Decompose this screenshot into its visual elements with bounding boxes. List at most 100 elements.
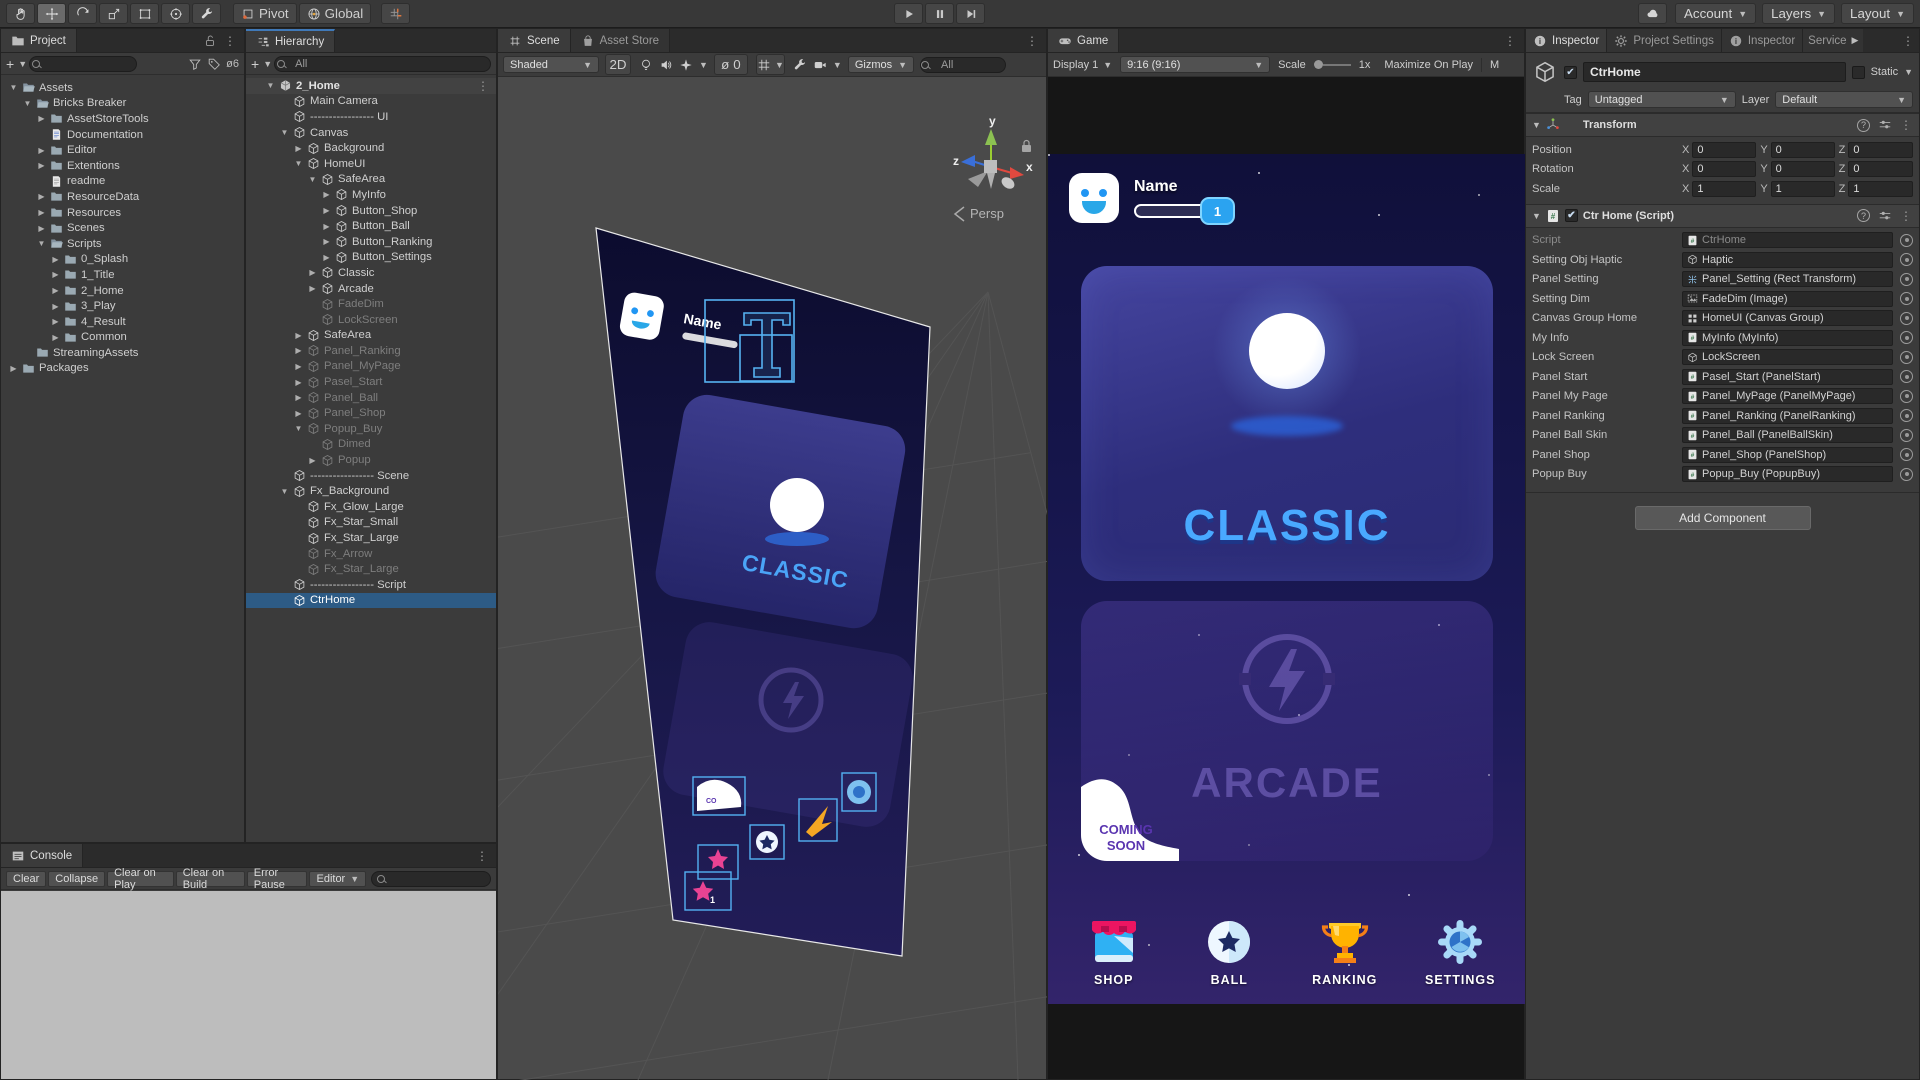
object-picker-icon[interactable] (1900, 429, 1913, 442)
hierarchy-item-fx-star-large[interactable]: Fx_Star_Large (246, 530, 496, 546)
panel-menu-icon[interactable]: ⋮ (1902, 34, 1915, 48)
foldout-icon[interactable]: ▼ (278, 128, 291, 137)
hierarchy-item-popup-buy[interactable]: ▼Popup_Buy (246, 421, 496, 437)
object-field-panel-my-page[interactable]: #Panel_MyPage (PanelMyPage) (1682, 388, 1893, 404)
gizmos-dropdown[interactable]: Gizmos▼ (848, 56, 914, 73)
project-item-assets[interactable]: ▼Assets (1, 80, 244, 96)
pause-button[interactable] (925, 3, 954, 24)
object-picker-icon[interactable] (1900, 468, 1913, 481)
position-y-field[interactable] (1771, 142, 1835, 158)
rotation-z-field[interactable] (1848, 161, 1913, 177)
toggle-2d-button[interactable]: 2D (605, 54, 631, 75)
tab-game[interactable]: Game (1048, 29, 1119, 52)
scale-tool-button[interactable] (99, 3, 128, 24)
hierarchy-item-fx-star-large[interactable]: Fx_Star_Large (246, 561, 496, 577)
scene-visibility-toggle[interactable]: ø0 (714, 54, 748, 75)
object-field-panel-ranking[interactable]: #Panel_Ranking (PanelRanking) (1682, 408, 1893, 424)
move-tool-button[interactable] (37, 3, 66, 24)
editor-filter-dropdown[interactable]: Editor▼ (309, 871, 366, 887)
panel-menu-icon[interactable]: ⋮ (224, 34, 237, 48)
component-enabled-checkbox[interactable]: ✔ (1565, 209, 1578, 222)
foldout-icon[interactable]: ▶ (35, 224, 48, 233)
hierarchy-item-script[interactable]: ----------------- Script (246, 577, 496, 593)
chevron-down-icon[interactable]: ▼ (833, 60, 842, 70)
nav-button-ranking[interactable]: RANKING (1287, 916, 1403, 987)
project-item-extentions[interactable]: ▶Extentions (1, 158, 244, 174)
object-field-panel-start[interactable]: #Pasel_Start (PanelStart) (1682, 369, 1893, 385)
foldout-icon[interactable]: ▶ (49, 317, 62, 326)
hierarchy-item-panel-mypage[interactable]: ▶Panel_MyPage (246, 359, 496, 375)
mute-audio-button[interactable]: M (1490, 59, 1499, 71)
hierarchy-item-popup[interactable]: ▶Popup (246, 452, 496, 468)
pivot-toggle[interactable]: Pivot (233, 3, 297, 24)
component-tools-icon[interactable] (793, 58, 807, 72)
tag-dropdown[interactable]: Untagged▼ (1588, 91, 1736, 108)
hierarchy-item-classic[interactable]: ▶Classic (246, 265, 496, 281)
persp-label[interactable]: Persp (970, 206, 1004, 221)
hierarchy-item-safearea[interactable]: ▶SafeArea (246, 328, 496, 344)
foldout-icon[interactable]: ▶ (35, 114, 48, 123)
scale-z-field[interactable] (1848, 181, 1913, 197)
hierarchy-item-button-settings[interactable]: ▶Button_Settings (246, 250, 496, 266)
scene-options-icon[interactable]: ⋮ (477, 79, 490, 93)
hierarchy-item-fadedim[interactable]: FadeDim (246, 296, 496, 312)
tab-console[interactable]: Console (1, 844, 83, 867)
orientation-gizmo[interactable]: y z x (953, 114, 1033, 191)
rotate-tool-button[interactable] (68, 3, 97, 24)
classic-card[interactable]: CLASSIC (1081, 266, 1493, 581)
hidden-count-toggle[interactable]: ø6 (226, 58, 239, 70)
help-icon[interactable]: ? (1857, 209, 1870, 222)
foldout-icon[interactable]: ▶ (292, 378, 305, 387)
custom-tool-button[interactable] (192, 3, 221, 24)
foldout-icon[interactable]: ▶ (320, 222, 333, 231)
foldout-icon[interactable]: ▼ (35, 239, 48, 248)
foldout-icon[interactable]: ▶ (7, 364, 20, 373)
nav-button-settings[interactable]: SETTINGS (1403, 916, 1519, 987)
foldout-icon[interactable]: ▶ (49, 255, 62, 264)
object-picker-icon[interactable] (1900, 312, 1913, 325)
project-item-resourcedata[interactable]: ▶ResourceData (1, 189, 244, 205)
hand-tool-button[interactable] (6, 3, 35, 24)
hierarchy-item-canvas[interactable]: ▼Canvas (246, 125, 496, 141)
scale-slider[interactable] (1314, 60, 1351, 69)
hierarchy-item-dimed[interactable]: Dimed (246, 437, 496, 453)
nav-button-shop[interactable]: SHOP (1056, 916, 1172, 987)
gameobject-name-field[interactable] (1583, 62, 1846, 82)
search-by-type-icon[interactable] (188, 57, 202, 71)
hierarchy-item-main-camera[interactable]: Main Camera (246, 94, 496, 110)
hierarchy-item-homeui[interactable]: ▼HomeUI (246, 156, 496, 172)
object-field-panel-setting[interactable]: Panel_Setting (Rect Transform) (1682, 271, 1893, 287)
console-log-area[interactable] (1, 891, 496, 1079)
object-field-my-info[interactable]: #MyInfo (MyInfo) (1682, 330, 1893, 346)
effects-toggle-icon[interactable] (679, 58, 693, 72)
hierarchy-item-arcade[interactable]: ▶Arcade (246, 281, 496, 297)
tab-scene[interactable]: Scene (498, 29, 571, 52)
panel-menu-icon[interactable]: ⋮ (1504, 34, 1517, 48)
object-field-lock-screen[interactable]: LockScreen (1682, 349, 1893, 365)
transform-tool-button[interactable] (161, 3, 190, 24)
chevron-down-icon[interactable]: ▼ (1904, 67, 1913, 77)
game-render[interactable]: Name 1 CLASSIC ARCADE COMINGSOON SHOPBAL… (1048, 154, 1526, 1004)
static-checkbox[interactable] (1852, 66, 1865, 79)
project-item-readme[interactable]: readme (1, 174, 244, 190)
object-picker-icon[interactable] (1900, 390, 1913, 403)
foldout-icon[interactable]: ▶ (292, 144, 305, 153)
layers-dropdown[interactable]: Layers▼ (1762, 3, 1835, 24)
chevron-down-icon[interactable]: ▼ (699, 60, 708, 70)
foldout-icon[interactable]: ▶ (320, 253, 333, 262)
foldout-icon[interactable]: ▼ (306, 175, 319, 184)
foldout-icon[interactable]: ▶ (292, 331, 305, 340)
foldout-icon[interactable]: ▶ (49, 286, 62, 295)
tab-project-settings[interactable]: Project Settings (1607, 29, 1722, 52)
tab-project[interactable]: Project (1, 29, 77, 52)
foldout-icon[interactable]: ▶ (306, 456, 319, 465)
hierarchy-item-2-home[interactable]: ▼2_Home⋮ (246, 78, 496, 94)
scene-viewport[interactable]: Name CLASSIC (498, 77, 1048, 1080)
foldout-icon[interactable]: ▼ (264, 81, 277, 90)
foldout-icon[interactable]: ▶ (306, 268, 319, 277)
project-item-1-title[interactable]: ▶1_Title (1, 267, 244, 283)
project-item-resources[interactable]: ▶Resources (1, 205, 244, 221)
hierarchy-item-safearea[interactable]: ▼SafeArea (246, 172, 496, 188)
hierarchy-item-fx-background[interactable]: ▼Fx_Background (246, 483, 496, 499)
rotation-y-field[interactable] (1771, 161, 1835, 177)
